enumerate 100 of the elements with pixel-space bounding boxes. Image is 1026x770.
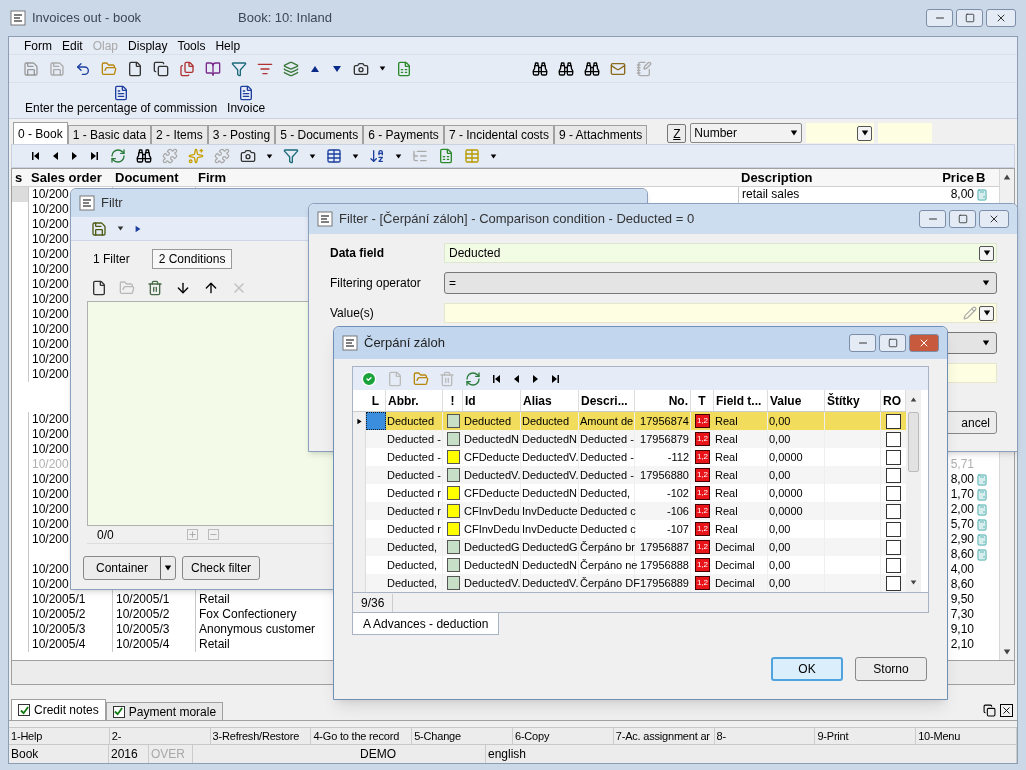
caret-icon[interactable] xyxy=(490,152,497,160)
search-field-select[interactable]: Number xyxy=(690,123,803,143)
check-filter-button[interactable]: Check filter xyxy=(182,556,261,580)
copy-icon[interactable] xyxy=(153,60,169,77)
menu-item[interactable]: Tools xyxy=(172,36,211,55)
last-record-icon[interactable] xyxy=(90,151,100,161)
menu-item[interactable]: Form xyxy=(19,36,57,55)
refresh-icon[interactable] xyxy=(465,370,481,387)
close-button[interactable] xyxy=(979,210,1009,228)
close-icon[interactable] xyxy=(1000,704,1013,717)
binoculars-icon[interactable] xyxy=(558,60,574,77)
binoculars-icon[interactable] xyxy=(136,148,152,164)
caret-icon[interactable] xyxy=(309,152,316,160)
checkbox[interactable] xyxy=(886,575,901,591)
maximize-icon[interactable] xyxy=(957,214,968,224)
files-icon[interactable] xyxy=(179,60,195,77)
operator-select[interactable]: = xyxy=(444,272,997,294)
move-up-icon[interactable] xyxy=(203,280,219,296)
menu-item[interactable]: Display xyxy=(123,36,173,55)
scrollbar-thumb[interactable] xyxy=(908,411,919,472)
tab[interactable]: 1 - Basic data xyxy=(67,125,152,144)
trash-icon[interactable] xyxy=(147,280,163,296)
spreadsheet-icon[interactable] xyxy=(396,60,412,77)
checkbox[interactable] xyxy=(886,503,901,519)
tab[interactable]: 3 - Posting xyxy=(207,125,276,144)
maximize-button[interactable] xyxy=(949,210,976,228)
mail-icon[interactable] xyxy=(610,60,626,77)
save-icon[interactable] xyxy=(91,220,107,237)
minimize-button[interactable] xyxy=(919,210,946,228)
dropdown-icon[interactable] xyxy=(982,339,990,347)
filter-icon[interactable] xyxy=(283,148,299,164)
action-button[interactable]: Invoice xyxy=(227,85,266,115)
action-button[interactable]: Enter the percentage of commission xyxy=(25,85,218,115)
move-down-icon[interactable] xyxy=(175,280,191,296)
document-icon[interactable] xyxy=(238,85,255,101)
function-key[interactable]: 9-Print xyxy=(815,728,917,744)
binoculars-icon[interactable] xyxy=(532,60,548,77)
checkbox[interactable] xyxy=(18,704,30,716)
dropdown-icon[interactable] xyxy=(982,249,991,257)
table-row[interactable]: Deducted - DeductedN DeductedN Deducted - 17956879 1,2 Real 0,00 xyxy=(353,430,906,448)
new-file-icon[interactable] xyxy=(127,60,143,77)
filter-tab[interactable]: 2 Conditions xyxy=(151,249,233,269)
folder-icon[interactable] xyxy=(413,370,429,387)
book-icon[interactable] xyxy=(205,60,221,77)
value-field[interactable] xyxy=(444,303,997,323)
search-value-field[interactable] xyxy=(878,123,933,143)
camera-icon[interactable] xyxy=(240,148,256,164)
scroll-up-arrow[interactable] xyxy=(1003,173,1011,181)
function-key[interactable]: 5-Change xyxy=(412,728,513,744)
function-key[interactable]: 10-Menu xyxy=(916,728,1017,744)
camera-icon[interactable] xyxy=(353,60,369,77)
scroll-up-arrow[interactable] xyxy=(910,396,917,403)
close-button[interactable] xyxy=(986,9,1016,27)
tab[interactable]: 9 - Attachments xyxy=(553,125,648,144)
search-input[interactable] xyxy=(806,123,875,143)
caret-icon[interactable] xyxy=(164,564,173,572)
minimize-button[interactable] xyxy=(849,334,876,352)
checkbox[interactable] xyxy=(886,539,901,555)
checkbox[interactable] xyxy=(886,467,901,483)
spreadsheet-icon[interactable] xyxy=(438,148,454,164)
confirm-icon[interactable] xyxy=(361,370,377,387)
section-tab[interactable]: A Advances - deduction xyxy=(352,613,500,635)
layers-icon[interactable] xyxy=(283,60,299,77)
checkbox[interactable] xyxy=(886,521,901,537)
storno-button[interactable]: Storno xyxy=(855,657,927,681)
last-record-icon[interactable] xyxy=(551,373,561,384)
data-field-select[interactable]: Deducted xyxy=(444,243,997,263)
table-row[interactable]: Deducted, DeductedV.DeductedV.Čerpáno DF17956889 1,2 Decimal 0,00 xyxy=(353,574,906,592)
play-icon[interactable] xyxy=(134,223,142,234)
current-row-icon[interactable] xyxy=(355,416,363,426)
maximize-button[interactable] xyxy=(956,9,983,27)
checkbox[interactable] xyxy=(886,413,901,429)
maximize-button[interactable] xyxy=(879,334,906,352)
sort-icon[interactable] xyxy=(369,148,385,164)
container-button[interactable]: Container xyxy=(83,556,177,580)
new-file-icon[interactable] xyxy=(91,280,107,296)
table-icon[interactable] xyxy=(326,148,342,164)
maximize-icon[interactable] xyxy=(887,338,898,348)
filter-tab[interactable]: 1 Filter xyxy=(87,249,136,269)
checkbox[interactable] xyxy=(886,449,901,465)
tab[interactable]: 2 - Items xyxy=(151,125,208,144)
dropdown-icon[interactable] xyxy=(982,279,990,287)
sort-key-button[interactable]: Z xyxy=(667,123,687,143)
tab[interactable]: 6 - Payments xyxy=(363,125,444,144)
first-record-icon[interactable] xyxy=(30,151,40,161)
close-icon[interactable] xyxy=(988,213,1000,225)
function-key[interactable]: 1-Help xyxy=(9,728,110,744)
folder-icon[interactable] xyxy=(101,60,117,77)
caret-icon[interactable] xyxy=(379,65,386,72)
document-icon[interactable] xyxy=(113,85,130,101)
caret-icon[interactable] xyxy=(352,152,359,160)
checkbox[interactable] xyxy=(886,485,901,501)
table-row[interactable]: Deducted r CFInvDedu InvDeducte Deducted c -106 1,2 Real 0,0000 xyxy=(353,502,906,520)
function-key[interactable]: 3-Refresh/Restore xyxy=(210,728,312,744)
checkbox[interactable] xyxy=(886,557,901,573)
function-key[interactable]: 2- xyxy=(109,728,211,744)
checkbox[interactable] xyxy=(112,705,125,718)
tab[interactable]: 0 - Book xyxy=(13,122,68,144)
binoculars-icon[interactable] xyxy=(584,60,600,77)
undo-icon[interactable] xyxy=(75,60,91,77)
